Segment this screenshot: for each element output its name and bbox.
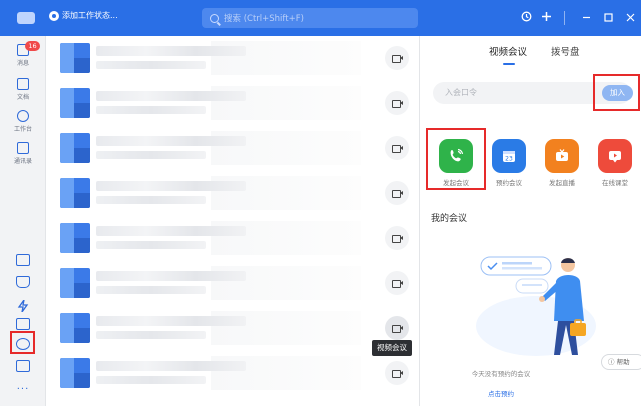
video-call-icon[interactable] [385, 316, 409, 340]
schedule-meeting-label: 预约会议 [496, 179, 522, 187]
minimize-icon[interactable] [575, 11, 597, 25]
help-icon: ⓘ [608, 358, 617, 366]
list-item[interactable] [46, 81, 419, 126]
blurred-preview [96, 241, 206, 249]
blurred-preview [96, 376, 206, 384]
classroom-icon [609, 151, 621, 163]
meeting-code-placeholder: 入会口令 [445, 88, 477, 97]
todo-icon[interactable] [16, 276, 30, 288]
maximize-icon[interactable] [597, 11, 619, 25]
avatar [60, 133, 90, 163]
sidebar-item-messages[interactable]: 消息 16 [0, 41, 46, 67]
list-item[interactable] [46, 171, 419, 216]
join-highlight-box [593, 74, 640, 111]
online-classroom-button[interactable] [598, 139, 632, 173]
search-placeholder: 搜索 (Ctrl+Shift+F) [224, 14, 304, 24]
meeting-highlight-box [10, 331, 35, 354]
blurred-name [96, 46, 246, 56]
plus-icon[interactable] [534, 11, 558, 25]
video-call-icon[interactable] [385, 226, 409, 250]
toolbar-divider [564, 11, 565, 25]
sidebar-item-label: 文档 [16, 94, 29, 101]
meeting-panel: 视频会议 拨号盘 入会口令 加入 发起会议 23 预约会议 发起直播 在线课堂 … [421, 36, 641, 406]
close-icon[interactable] [619, 11, 641, 25]
list-item[interactable] [46, 306, 419, 351]
blurred-preview [96, 286, 206, 294]
my-meetings-title: 我的会议 [431, 214, 468, 224]
start-meeting-highlight-box [426, 128, 486, 190]
blurred-preview [96, 196, 206, 204]
avatar [60, 313, 90, 343]
calendar-icon: 23 [503, 151, 515, 163]
drive-icon[interactable] [16, 360, 30, 372]
contacts-icon [17, 142, 29, 154]
avatar [60, 268, 90, 298]
tab-dial-pad[interactable]: 拨号盘 [551, 44, 580, 58]
blurred-name [96, 181, 246, 191]
blurred-name [96, 91, 246, 101]
online-classroom-label: 在线课堂 [602, 179, 628, 187]
empty-state-illustration [476, 256, 596, 356]
video-call-icon[interactable] [385, 91, 409, 115]
blurred-name [96, 226, 246, 236]
blurred-preview [96, 331, 206, 339]
avatar [60, 88, 90, 118]
unread-badge: 16 [25, 41, 40, 51]
avatar [60, 178, 90, 208]
video-call-icon[interactable] [385, 136, 409, 160]
list-item[interactable] [46, 261, 419, 306]
app-logo-icon [17, 12, 35, 24]
history-icon[interactable] [518, 11, 534, 25]
conversation-list: 视频会议 [46, 36, 420, 406]
workbench-icon [17, 110, 29, 122]
schedule-link[interactable]: 点击预约 [356, 388, 641, 398]
blurred-preview [96, 61, 206, 69]
sidebar-item-label: 通讯录 [13, 158, 32, 165]
title-bar: 添加工作状态... 搜索 (Ctrl+Shift+F) [0, 0, 641, 36]
sidebar-item-label: 消息 [16, 60, 29, 67]
sidebar-item-workbench[interactable]: 工作台 [0, 110, 46, 133]
live-icon [556, 149, 568, 161]
avatar [60, 43, 90, 73]
video-meeting-tooltip: 视频会议 [372, 340, 412, 356]
work-status-label: 添加工作状态... [62, 11, 118, 20]
calendar-icon[interactable] [16, 254, 30, 266]
blurred-preview [96, 151, 206, 159]
video-call-icon[interactable] [385, 46, 409, 70]
list-item[interactable] [46, 126, 419, 171]
svg-text:23: 23 [505, 156, 513, 163]
active-tab-indicator [503, 63, 515, 65]
status-bubble-icon [49, 10, 59, 21]
tab-video-meeting[interactable]: 视频会议 [489, 44, 527, 58]
list-item[interactable] [46, 36, 419, 81]
sidebar-item-contacts[interactable]: 通讯录 [0, 142, 46, 165]
schedule-meeting-button[interactable]: 23 [492, 139, 526, 173]
global-search-input[interactable]: 搜索 (Ctrl+Shift+F) [202, 8, 418, 28]
blurred-name [96, 361, 246, 371]
video-call-icon[interactable] [385, 271, 409, 295]
more-icon[interactable]: ··· [0, 384, 46, 395]
sidebar-item-documents[interactable]: 文档 [0, 78, 46, 101]
blurred-name [96, 136, 246, 146]
blurred-name [96, 271, 246, 281]
lightning-icon[interactable] [16, 297, 30, 313]
sidebar-item-label: 工作台 [13, 126, 32, 133]
mail-icon[interactable] [16, 318, 30, 330]
empty-state-text: 今天没有预约的会议 [471, 370, 531, 378]
start-live-label: 发起直播 [549, 179, 575, 187]
video-call-icon[interactable] [385, 181, 409, 205]
search-icon [210, 13, 219, 23]
document-icon [17, 78, 29, 90]
help-label: 帮助 [616, 358, 630, 366]
blurred-preview [96, 106, 206, 114]
avatar [60, 223, 90, 253]
avatar [60, 358, 90, 388]
blurred-name [96, 316, 246, 326]
start-live-button[interactable] [545, 139, 579, 173]
work-status-button[interactable]: 添加工作状态... [49, 10, 118, 21]
list-item[interactable] [46, 216, 419, 261]
